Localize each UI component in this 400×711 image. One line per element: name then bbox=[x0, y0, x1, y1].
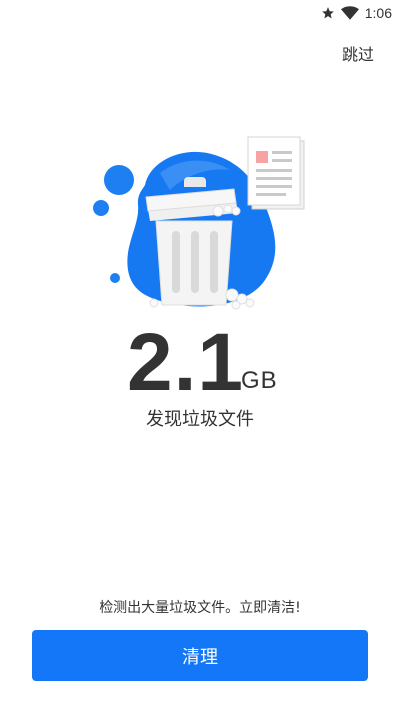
skip-button[interactable]: 跳过 bbox=[342, 41, 374, 65]
wifi-icon bbox=[340, 6, 359, 20]
junk-size: 2.1 GB bbox=[0, 317, 400, 408]
clean-button-label: 清理 bbox=[182, 646, 218, 668]
junk-size-unit: GB bbox=[241, 367, 278, 394]
status-bar: 1:06 bbox=[0, 0, 400, 26]
junk-illustration bbox=[90, 135, 320, 315]
status-icons: 1:06 bbox=[321, 3, 392, 23]
junk-found-label: 发现垃圾文件 bbox=[146, 409, 254, 430]
status-time: 1:06 bbox=[364, 5, 392, 21]
star-icon bbox=[321, 6, 335, 20]
clean-hint-text: 检测出大量垃圾文件。立即清洁! bbox=[99, 600, 301, 616]
document-icon bbox=[247, 136, 305, 210]
junk-size-value: 2.1 bbox=[127, 317, 244, 408]
clean-button[interactable]: 清理 bbox=[32, 630, 368, 681]
